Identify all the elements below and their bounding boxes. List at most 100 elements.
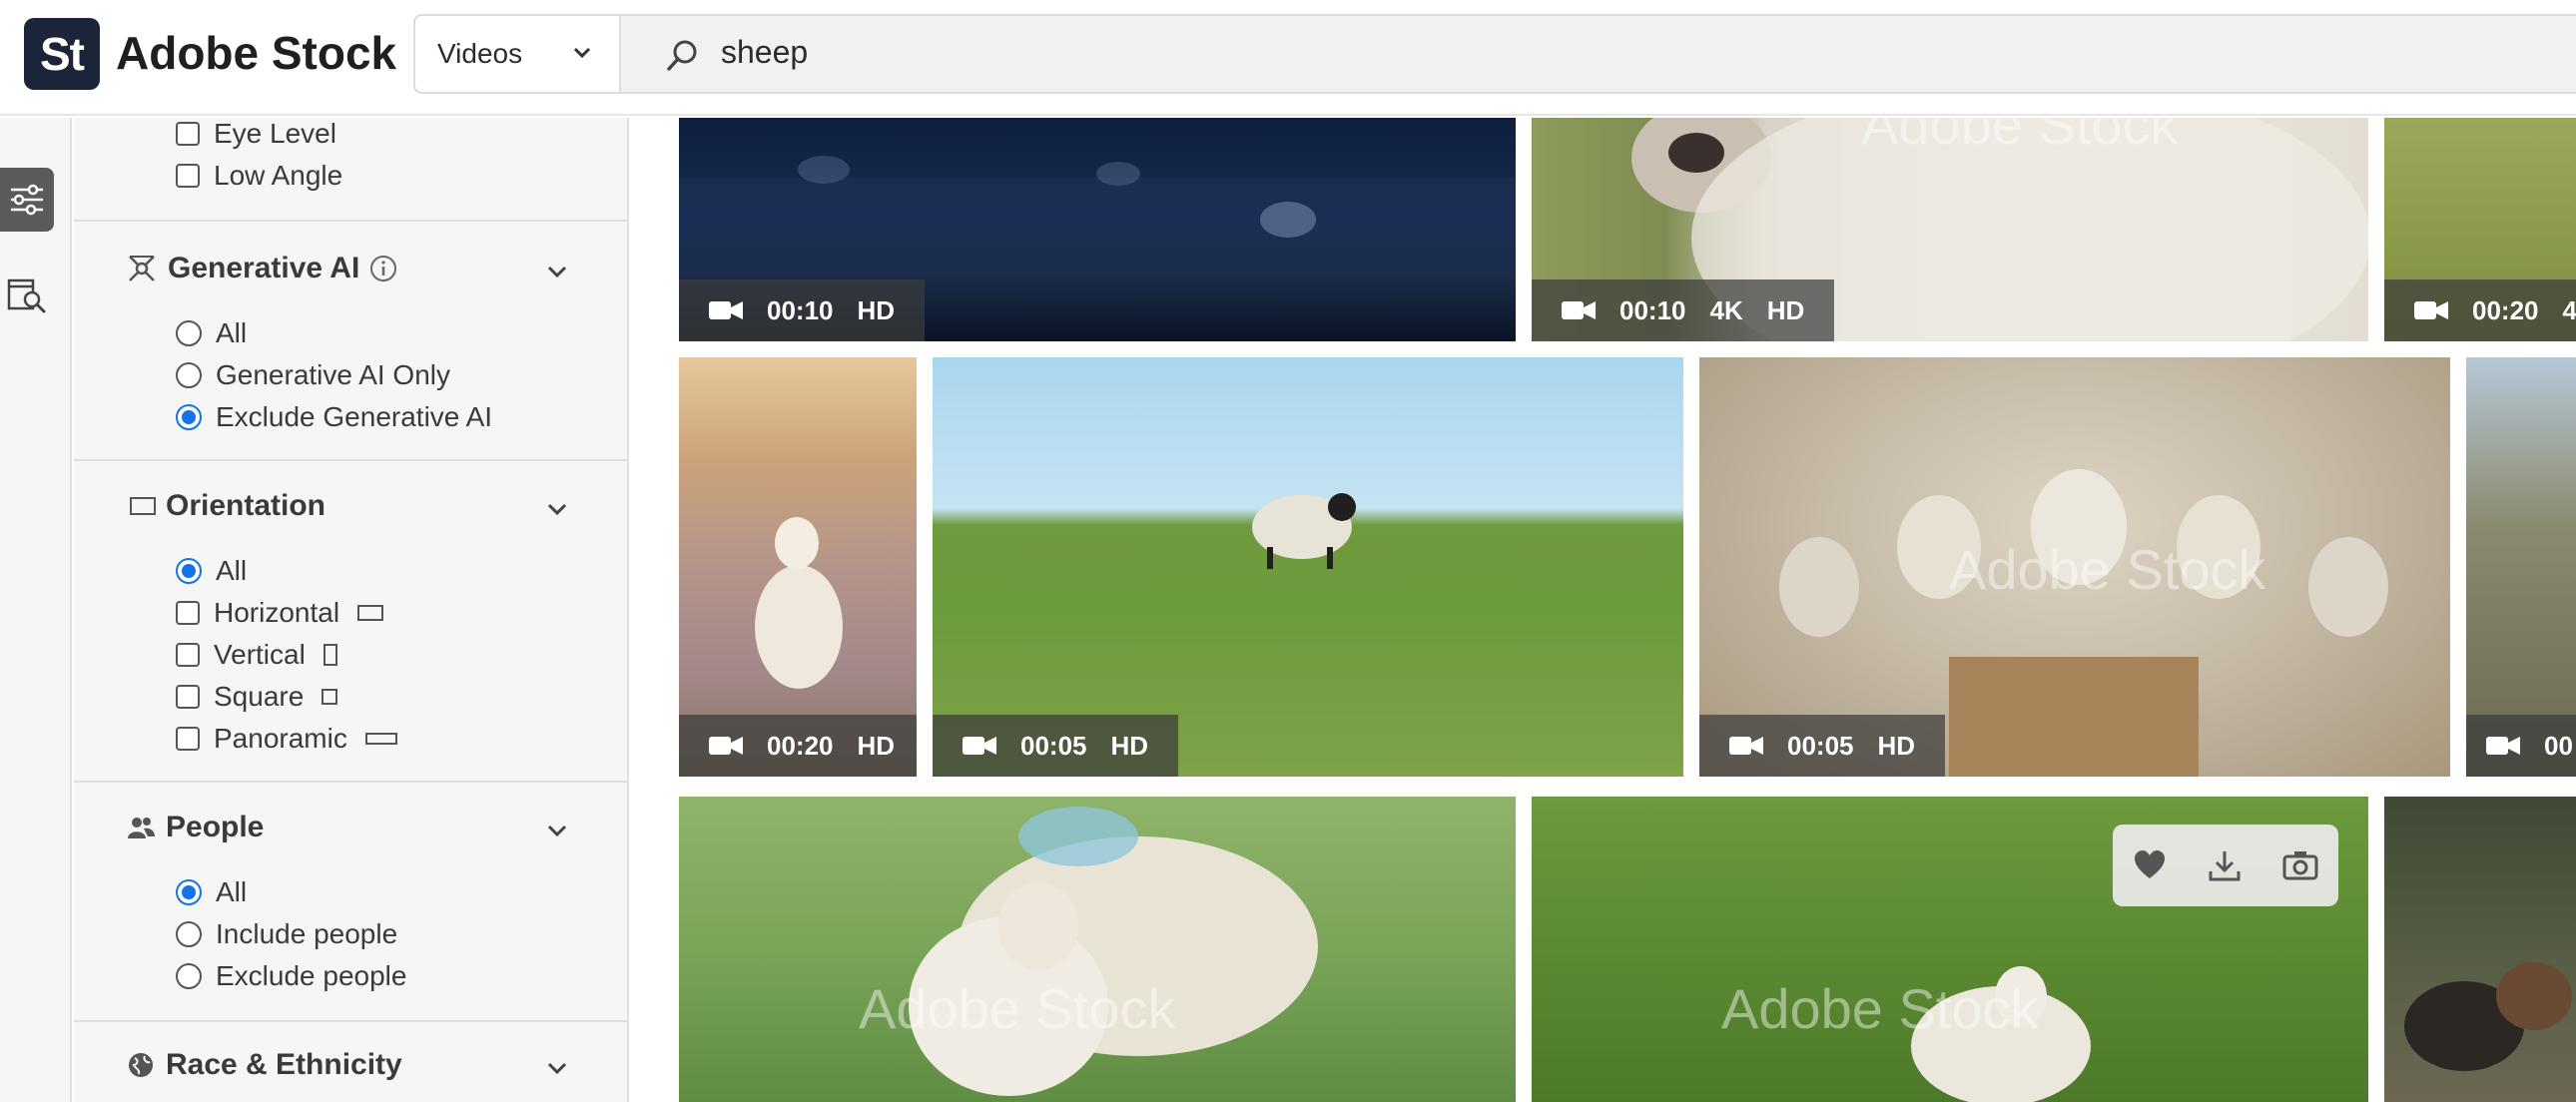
option-label: Generative AI Only (216, 359, 451, 390)
video-meta: 00:20 HD (679, 715, 917, 777)
video-tile[interactable]: 00 (2466, 357, 2576, 777)
video-meta: 00 (2466, 715, 2576, 777)
option-label: All (216, 555, 248, 586)
filters-toggle-button[interactable] (0, 168, 54, 232)
section-title[interactable]: Race & Ethnicity (126, 1048, 402, 1082)
option-label: Eye Level (214, 118, 336, 149)
generative-ai-icon (129, 256, 155, 281)
video-quality: HD (1877, 730, 1916, 761)
radio-button[interactable] (176, 963, 202, 989)
info-icon[interactable] (369, 255, 397, 282)
video-tile[interactable]: Adobe Stock (679, 797, 1516, 1102)
video-tile[interactable] (2384, 797, 2576, 1102)
radio-button-selected[interactable] (176, 879, 202, 905)
heart-icon[interactable] (2132, 847, 2168, 883)
search-input[interactable]: sheep (721, 34, 808, 71)
video-tile[interactable]: Adobe Stock (1532, 797, 2368, 1102)
top-header: St Adobe Stock Videos sheep (0, 0, 2576, 116)
section-title[interactable]: Generative AI (126, 252, 397, 285)
adobe-stock-logo[interactable]: St (24, 18, 100, 90)
radio-button[interactable] (176, 320, 202, 346)
video-quality: 4K (2562, 294, 2576, 325)
chevron-down-icon[interactable] (543, 495, 571, 523)
people-icon (128, 818, 155, 838)
option-label: Horizontal (214, 597, 340, 628)
watermark: Adobe Stock (1721, 977, 2039, 1040)
filter-option-low-angle[interactable]: Low Angle (176, 160, 342, 192)
checkbox[interactable] (176, 601, 200, 625)
section-title[interactable]: Orientation (126, 489, 325, 523)
video-duration: 00:20 (767, 730, 834, 761)
option-label: Exclude people (216, 960, 407, 991)
filter-option-orientation-all[interactable]: All (176, 555, 247, 587)
filter-option-horizontal[interactable]: Horizontal (176, 597, 384, 629)
tile-action-bar (2113, 825, 2338, 906)
filter-section-generative-ai: Generative AI All Generative AI Only Exc… (74, 220, 627, 459)
video-camera-icon (963, 737, 996, 755)
option-label: Square (214, 681, 305, 712)
search-icon[interactable] (663, 36, 703, 76)
filter-section-people: People All Include people Exclude people (74, 781, 627, 1020)
video-tile[interactable]: 00:10 HD (679, 118, 1516, 341)
checkbox[interactable] (176, 643, 200, 667)
section-title-text: Race & Ethnicity (166, 1048, 402, 1081)
radio-button[interactable] (176, 921, 202, 947)
video-tile[interactable]: 00:20 HD (679, 357, 917, 777)
video-tile[interactable]: Adobe Stock 00:05 HD (1699, 357, 2450, 777)
video-tile[interactable]: Adobe Stock 00:10 4K HD (1532, 118, 2368, 341)
video-duration: 00 (2544, 730, 2573, 761)
video-camera-icon (1562, 301, 1596, 319)
checkbox[interactable] (176, 685, 200, 709)
chevron-down-icon[interactable] (543, 817, 571, 844)
filter-option-panoramic[interactable]: Panoramic (176, 723, 397, 755)
vertical-icon (322, 644, 337, 666)
checkbox[interactable] (176, 122, 200, 146)
checkbox[interactable] (176, 164, 200, 188)
filter-option-include-people[interactable]: Include people (176, 918, 397, 950)
video-camera-icon (2486, 737, 2520, 755)
chevron-down-icon[interactable] (543, 1054, 571, 1082)
visual-search-button[interactable] (0, 264, 54, 327)
option-label: Include people (216, 918, 398, 949)
radio-button[interactable] (176, 362, 202, 388)
filter-section-orientation: Orientation All Horizontal Vertical Squa… (74, 459, 627, 781)
filter-option-gen-ai-all[interactable]: All (176, 317, 247, 349)
video-meta: 00:20 4K (2384, 279, 2576, 341)
filter-panel: Eye Level Low Angle Generative AI All Ge… (74, 118, 629, 1102)
radio-button-selected[interactable] (176, 558, 202, 584)
results-grid: 00:10 HD Adobe Stock 00:10 4K HD 00:20 4… (631, 118, 2576, 1102)
video-thumbnail (2404, 962, 2572, 1071)
panoramic-icon (364, 733, 397, 745)
video-quality: HD (1110, 730, 1149, 761)
globe-icon (129, 1053, 153, 1077)
filter-section-race-ethnicity: Race & Ethnicity (74, 1020, 627, 1102)
asset-type-select[interactable]: Videos (415, 16, 621, 92)
video-duration: 00:20 (2472, 294, 2539, 325)
radio-button-selected[interactable] (176, 404, 202, 430)
filter-option-exclude-people[interactable]: Exclude people (176, 960, 406, 992)
video-duration: 00:05 (1787, 730, 1854, 761)
camera-icon[interactable] (2281, 847, 2319, 883)
chevron-down-icon[interactable] (543, 258, 571, 285)
video-tile[interactable]: 00:05 HD (933, 357, 1683, 777)
filter-option-eye-level[interactable]: Eye Level (176, 118, 336, 150)
video-meta: 00:05 HD (1699, 715, 1946, 777)
section-title-text: People (166, 811, 265, 843)
video-tile[interactable]: 00:20 4K (2384, 118, 2576, 341)
checkbox[interactable] (176, 727, 200, 751)
filter-option-people-all[interactable]: All (176, 876, 247, 908)
section-title[interactable]: People (126, 811, 264, 844)
filter-option-exclude-gen-ai[interactable]: Exclude Generative AI (176, 401, 492, 433)
video-quality: HD (857, 294, 896, 325)
video-camera-icon (2414, 301, 2448, 319)
search-bar: Videos sheep (413, 14, 2576, 94)
brand-name[interactable]: Adobe Stock (116, 26, 396, 80)
watermark: Adobe Stock (859, 977, 1176, 1040)
option-label: All (216, 317, 248, 348)
filter-option-gen-ai-only[interactable]: Generative AI Only (176, 359, 450, 391)
download-icon[interactable] (2207, 847, 2243, 883)
filter-option-vertical[interactable]: Vertical (176, 639, 337, 671)
option-label: Exclude Generative AI (216, 401, 493, 432)
filter-option-square[interactable]: Square (176, 681, 338, 713)
video-duration: 00:10 (1619, 294, 1686, 325)
